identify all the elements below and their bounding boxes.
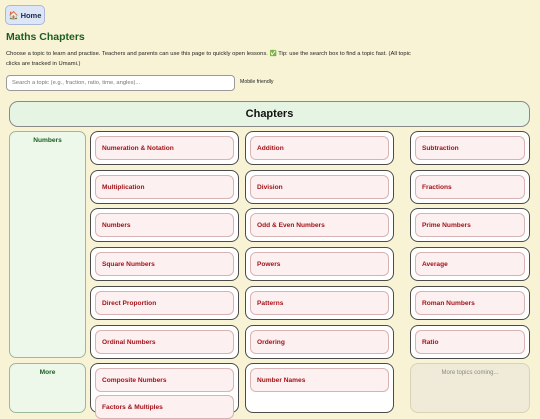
topic-card: Numbers: [90, 208, 239, 242]
home-icon: 🏠: [8, 10, 19, 20]
mobile-friendly-note: Mobile friendly: [240, 79, 274, 85]
topic-card: Prime Numbers: [410, 208, 530, 242]
topic-card: Fractions: [410, 170, 530, 204]
topic-link[interactable]: Direct Proportion: [95, 291, 234, 315]
topic-card: Division: [245, 170, 394, 204]
topic-link[interactable]: Fractions: [415, 175, 525, 199]
topic-card: Direct Proportion: [90, 286, 239, 320]
category-numbers: Numbers: [9, 131, 86, 358]
topic-link[interactable]: Factors & Multiples: [95, 395, 234, 419]
page-title: Maths Chapters: [6, 31, 85, 43]
topic-card: Numeration & Notation: [90, 131, 239, 165]
topic-link[interactable]: Division: [250, 175, 389, 199]
category-more: More: [9, 363, 86, 413]
chapters-heading: Chapters: [9, 101, 530, 127]
topic-link[interactable]: Numbers: [95, 213, 234, 237]
topic-link[interactable]: Ordinal Numbers: [95, 330, 234, 354]
topic-card: Ordering: [245, 325, 394, 359]
topic-link[interactable]: Odd & Even Numbers: [250, 213, 389, 237]
category-label: Numbers: [33, 137, 62, 144]
search-input[interactable]: [6, 75, 235, 91]
topic-link[interactable]: Subtraction: [415, 136, 525, 160]
topic-link[interactable]: Average: [415, 252, 525, 276]
topic-card: Subtraction: [410, 131, 530, 165]
topic-link[interactable]: Numeration & Notation: [95, 136, 234, 160]
topic-link[interactable]: Number Names: [250, 368, 389, 392]
topic-card: Average: [410, 247, 530, 281]
topic-card: Number Names: [245, 363, 394, 413]
topic-link[interactable]: Square Numbers: [95, 252, 234, 276]
topic-card: Composite Numbers Factors & Multiples: [90, 363, 239, 419]
category-label: More: [39, 369, 56, 376]
topic-link[interactable]: Multiplication: [95, 175, 234, 199]
topic-link[interactable]: Powers: [250, 252, 389, 276]
topic-link[interactable]: Prime Numbers: [415, 213, 525, 237]
topic-card: Ordinal Numbers: [90, 325, 239, 359]
topic-card: Powers: [245, 247, 394, 281]
intro-text: Choose a topic to learn and practise. Te…: [6, 51, 411, 67]
topic-card: Roman Numbers: [410, 286, 530, 320]
topic-link[interactable]: Ordering: [250, 330, 389, 354]
home-button-label: Home: [20, 10, 42, 20]
topic-link[interactable]: Ratio: [415, 330, 525, 354]
topic-card: Ratio: [410, 325, 530, 359]
topic-card: Addition: [245, 131, 394, 165]
more-topics-placeholder: More topics coming...: [410, 363, 530, 413]
topic-link[interactable]: Composite Numbers: [95, 368, 234, 392]
topic-card: Square Numbers: [90, 247, 239, 281]
home-button[interactable]: 🏠 Home: [5, 5, 45, 25]
topic-card: Odd & Even Numbers: [245, 208, 394, 242]
topic-link[interactable]: Patterns: [250, 291, 389, 315]
topic-link[interactable]: Roman Numbers: [415, 291, 525, 315]
topic-link[interactable]: Addition: [250, 136, 389, 160]
topic-card: Patterns: [245, 286, 394, 320]
topic-card: Multiplication: [90, 170, 239, 204]
